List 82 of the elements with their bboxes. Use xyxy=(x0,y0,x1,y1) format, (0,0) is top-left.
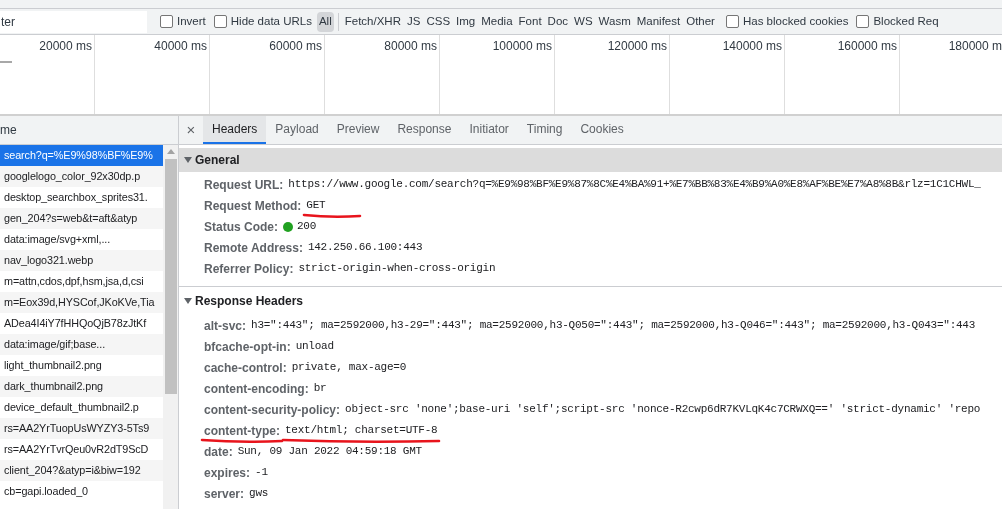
tab[interactable]: Cookies xyxy=(571,116,633,144)
header-value: Sun, 09 Jan 2022 04:59:18 GMT xyxy=(237,444,422,460)
underline-mark xyxy=(302,213,363,220)
header-value: br xyxy=(313,381,327,397)
timeline-tick-label: 20000 ms xyxy=(39,38,92,54)
header-value: private, max-age=0 xyxy=(291,360,406,376)
header-name: expires: xyxy=(204,464,251,482)
header-name: Request URL: xyxy=(204,176,284,194)
tab[interactable]: Headers xyxy=(203,116,267,144)
header-value: object-src 'none';base-uri 'self';script-src 'nonce-R2cwp6dR7KVLqK4c7CRWXQ==' 'strict-dynamic' 'repo xyxy=(345,402,981,418)
checkbox[interactable]: Invert xyxy=(157,12,209,31)
type-filter-button[interactable]: JS xyxy=(405,11,423,32)
timeline-tick-label: 80000 ms xyxy=(384,38,437,54)
type-filter-button[interactable]: Manifest xyxy=(634,11,683,32)
header-value: h3=":443"; ma=2592000,h3-29=":443"; ma=2592000,h3-Q050=":443"; ma=2592000,h3-Q046=":443"; ma=2592000,h3-Q043=":443 xyxy=(251,318,976,334)
request-row[interactable]: gen_204?s=web&t=aft&atyp xyxy=(0,208,163,229)
type-filter-button[interactable]: All xyxy=(316,11,334,32)
type-filter-button[interactable]: Fetch/XHR xyxy=(342,11,403,32)
header-name: alt-svc: xyxy=(204,317,247,335)
header-name: Request Method: xyxy=(204,197,302,215)
header-name: bfcache-opt-in: xyxy=(204,338,291,356)
header-value: unload xyxy=(295,339,334,355)
header-value: strict-origin-when-cross-origin xyxy=(298,261,496,277)
header-name: server: xyxy=(204,485,245,503)
checkbox[interactable]: Blocked Req xyxy=(853,12,942,31)
type-filter-button[interactable]: Doc xyxy=(545,11,571,32)
header-value: -1 xyxy=(255,465,268,481)
header-name: content-encoding: xyxy=(204,380,309,398)
timeline-tick-label: 60000 ms xyxy=(269,38,322,54)
timeline-tick-label: 160000 ms xyxy=(837,38,897,54)
header-name: Status Code: xyxy=(204,218,278,236)
tab[interactable]: Initiator xyxy=(460,116,518,144)
header-value: 200 xyxy=(297,219,317,235)
section-title: General xyxy=(195,152,240,169)
tab[interactable]: Response xyxy=(388,116,461,144)
header-name: cache-control: xyxy=(204,359,287,377)
type-filter-button[interactable]: Wasm xyxy=(596,11,633,32)
timeline-tick-label: 180000 m xyxy=(948,38,1002,54)
scrollbar-thumb[interactable] xyxy=(164,159,177,394)
checkbox[interactable]: Hide data URLs xyxy=(210,12,315,31)
scrollbar[interactable] xyxy=(163,145,178,509)
header-value: text/html; charset=UTF-8 xyxy=(285,422,438,439)
section-header[interactable]: General xyxy=(179,148,1002,172)
request-row[interactable]: m=Eox39d,HYSCof,JKoKVe,Tia xyxy=(0,292,163,313)
header-name: content-type: xyxy=(204,421,280,440)
request-row[interactable]: nav_logo321.webp xyxy=(0,250,163,271)
header-value: https://www.google.com/search?q=%E9%98%BF%E9%87%8C%E4%BA%91+%E7%BB%83%E4%B9%A0%E8%AF%BE%E7%A8%8B&rlz=1C1CHWL_ xyxy=(288,177,981,193)
checkbox[interactable]: Has blocked cookies xyxy=(722,12,852,31)
close-button[interactable]: × xyxy=(179,116,203,144)
request-row[interactable]: dark_thumbnail2.png xyxy=(0,376,163,397)
request-row[interactable]: googlelogo_color_92x30dp.p xyxy=(0,166,163,187)
header-value: gws xyxy=(249,486,269,502)
filter-field[interactable]: ter xyxy=(0,10,147,33)
header-name: Remote Address: xyxy=(204,239,303,257)
request-row[interactable]: rs=AA2YrTuopUsWYZY3-5Ts9 xyxy=(0,418,163,439)
type-filter-button[interactable]: Media xyxy=(479,11,515,32)
header-name: content-security-policy: xyxy=(204,401,341,419)
type-filter-button[interactable]: Img xyxy=(454,11,478,32)
timeline-tick-label: 40000 ms xyxy=(154,38,207,54)
disclosure-triangle-icon[interactable] xyxy=(184,297,192,305)
request-row[interactable]: search?q=%E9%98%BF%E9% xyxy=(0,145,163,166)
request-row[interactable]: data:image/gif;base... xyxy=(0,334,163,355)
type-filter-button[interactable]: Font xyxy=(516,11,544,32)
section-header[interactable]: Response Headers xyxy=(179,289,1002,313)
tab[interactable]: Payload xyxy=(266,116,328,144)
column-header[interactable]: me xyxy=(0,121,17,139)
type-filter-button[interactable]: CSS xyxy=(424,11,453,32)
type-filter-button[interactable]: Other xyxy=(684,11,717,32)
timeline-tick-label: 140000 ms xyxy=(722,38,782,54)
timeline-tick-label: 120000 ms xyxy=(607,38,667,54)
timeline-tick-label: 100000 ms xyxy=(492,38,552,54)
header-name: Referrer Policy: xyxy=(204,260,294,278)
section-title: Response Headers xyxy=(195,293,304,310)
scroll-up-icon[interactable] xyxy=(166,149,175,154)
tab[interactable]: Preview xyxy=(327,116,389,144)
header-value: GET xyxy=(306,197,326,214)
tab[interactable]: Timing xyxy=(517,116,572,144)
request-row[interactable]: client_204?&atyp=i&biw=192 xyxy=(0,460,163,481)
disclosure-triangle-icon[interactable] xyxy=(184,156,192,164)
header-name: date: xyxy=(204,443,233,461)
header-value: 142.250.66.100:443 xyxy=(307,240,423,256)
type-filter-button[interactable]: WS xyxy=(572,11,595,32)
